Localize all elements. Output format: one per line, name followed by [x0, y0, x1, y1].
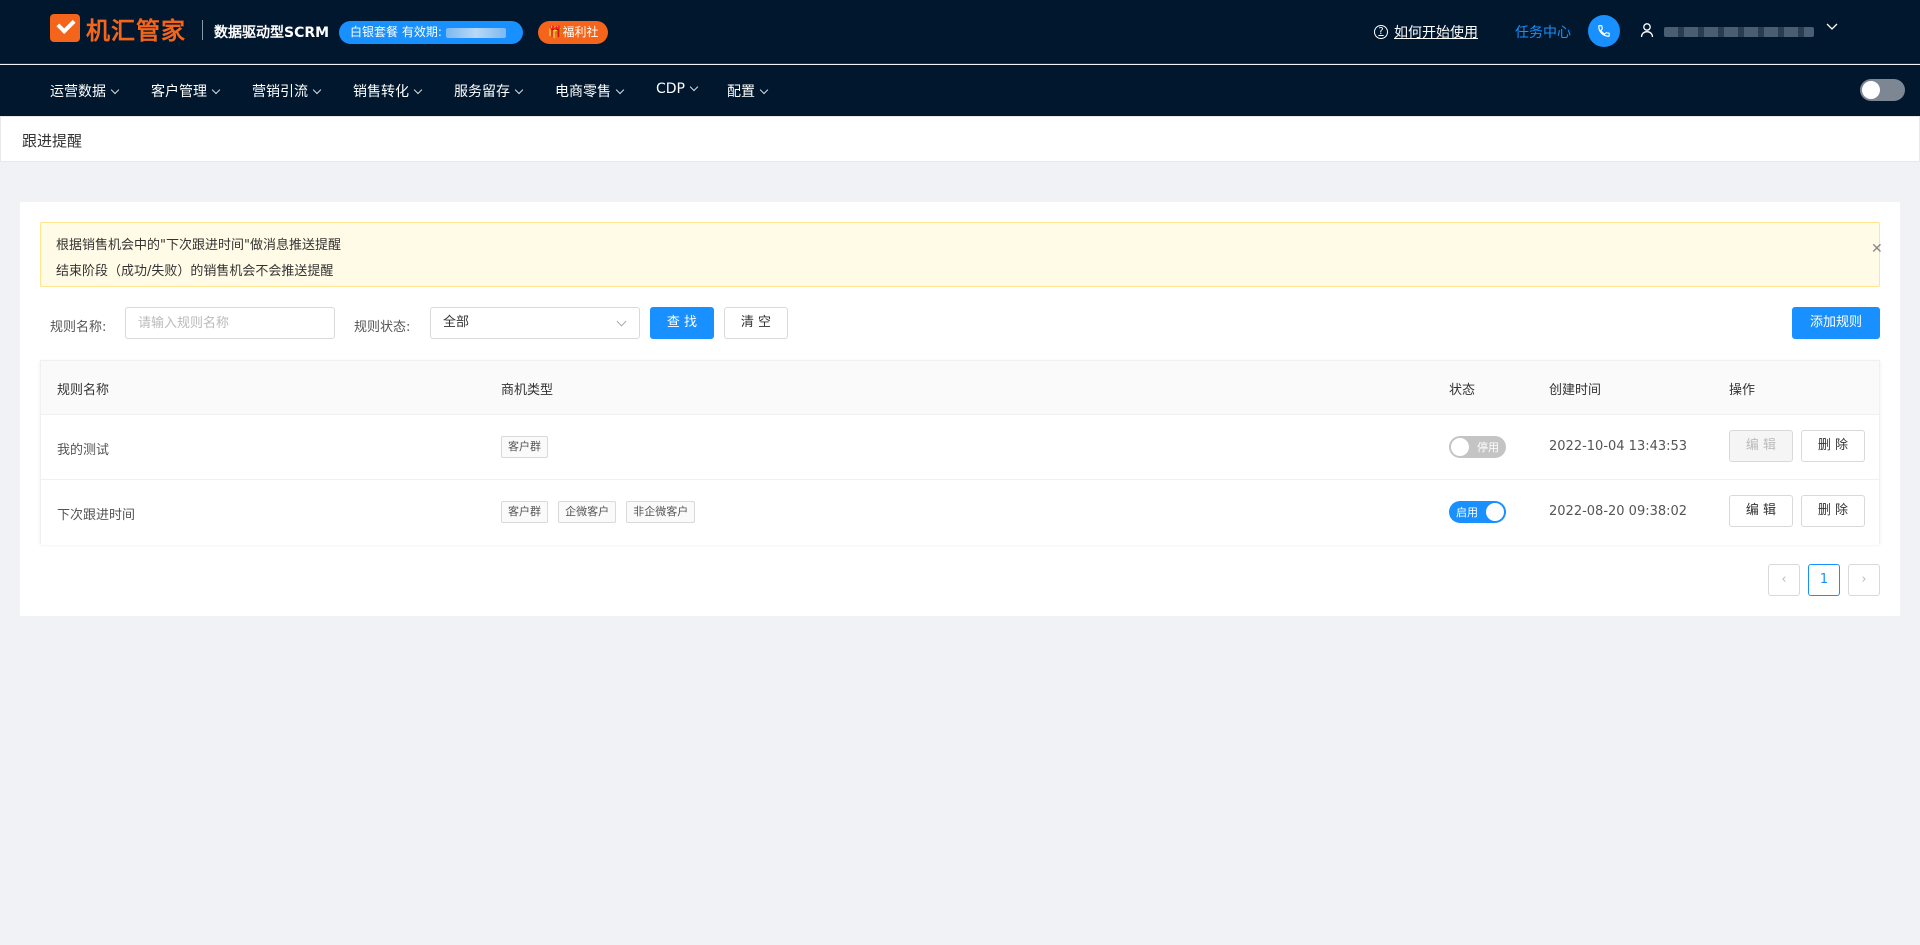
rules-table: 规则名称 商机类型 状态 创建时间 操作 我的测试 客户群 停用 2022-10…: [40, 360, 1880, 545]
column-header-type: 商机类型: [501, 383, 554, 398]
chevron-down-icon: [413, 85, 423, 95]
info-alert: 根据销售机会中的"下次跟进时间"做消息推送提醒 结束阶段（成功/失败）的销售机会…: [40, 222, 1883, 287]
chevron-down-icon[interactable]: [1826, 20, 1838, 32]
add-rule-button[interactable]: 添加规则: [1792, 307, 1880, 339]
chevron-down-icon: [615, 85, 625, 95]
table-header: 规则名称 商机类型 状态 创建时间 操作: [41, 361, 1879, 415]
created-time-cell: 2022-08-20 09:38:02: [1549, 504, 1688, 519]
nav-item-label: 服务留存: [454, 84, 510, 100]
alert-line-2: 结束阶段（成功/失败）的销售机会不会推送提醒: [56, 264, 334, 279]
help-link-label: 如何开始使用: [1394, 25, 1478, 41]
nav-item-service[interactable]: 服务留存: [454, 81, 524, 101]
user-icon: [1640, 23, 1654, 38]
chevron-down-icon: [514, 85, 524, 95]
nav-item-settings[interactable]: 配置: [727, 81, 769, 101]
column-header-name: 规则名称: [57, 383, 110, 398]
chevron-down-icon: [616, 316, 627, 327]
delete-button[interactable]: 删 除: [1801, 495, 1865, 527]
plan-expiry-redacted: [445, 27, 506, 38]
type-tag: 非企微客户: [626, 501, 696, 523]
status-switch[interactable]: 启用: [1449, 501, 1506, 523]
chevron-down-icon: [759, 85, 769, 95]
question-icon: ?: [1374, 25, 1388, 39]
column-header-actions: 操作: [1729, 383, 1756, 398]
rule-name-input[interactable]: [125, 307, 335, 339]
nav-item-marketing[interactable]: 营销引流: [252, 81, 322, 101]
task-center-link[interactable]: 任务中心: [1515, 22, 1571, 42]
created-time-cell: 2022-10-04 13:43:53: [1549, 439, 1688, 454]
table-row: 下次跟进时间 客户群 企微客户 非企微客户 启用 2022-08-20 09:3…: [41, 480, 1879, 545]
nav-item-label: 电商零售: [555, 84, 611, 100]
welfare-label: 福利社: [562, 25, 599, 39]
clear-button[interactable]: 清 空: [724, 307, 788, 339]
gift-icon: 🎁: [547, 25, 563, 39]
phone-icon: [1598, 25, 1610, 37]
plan-label: 白银套餐 有效期:: [350, 25, 442, 39]
chevron-down-icon: [211, 85, 221, 95]
welfare-badge[interactable]: 🎁福利社: [538, 21, 608, 44]
pagination-next[interactable]: ›: [1848, 564, 1880, 596]
search-button[interactable]: 查 找: [650, 307, 714, 339]
top-bar: 机汇管家 数据驱动型SCRM 白银套餐 有效期: 🎁福利社 ? 如何开始使用 任…: [0, 0, 1920, 64]
logo[interactable]: 机汇管家: [50, 13, 186, 45]
switch-knob: [1451, 438, 1469, 456]
user-name-redacted[interactable]: [1664, 27, 1814, 37]
type-tags-cell: 客户群 企微客户 非企微客户: [501, 501, 701, 523]
rule-status-select[interactable]: 全部: [430, 307, 640, 339]
delete-button[interactable]: 删 除: [1801, 430, 1865, 462]
logo-icon: [50, 14, 80, 42]
plan-badge[interactable]: 白银套餐 有效期:: [339, 21, 523, 44]
type-tags-cell: 客户群: [501, 436, 554, 458]
status-switch[interactable]: 停用: [1449, 436, 1506, 458]
chevron-down-icon: [110, 85, 120, 95]
type-tag: 客户群: [501, 501, 548, 523]
table-row: 我的测试 客户群 停用 2022-10-04 13:43:53 编 辑 删 除: [41, 415, 1879, 480]
content-card: 根据销售机会中的"下次跟进时间"做消息推送提醒 结束阶段（成功/失败）的销售机会…: [20, 202, 1900, 616]
chevron-down-icon: [312, 85, 322, 95]
help-link[interactable]: ? 如何开始使用: [1374, 22, 1478, 42]
nav-item-label: 配置: [727, 84, 755, 100]
pagination-page[interactable]: 1: [1808, 564, 1840, 596]
column-header-created: 创建时间: [1549, 383, 1602, 398]
edit-button[interactable]: 编 辑: [1729, 430, 1793, 462]
edit-button[interactable]: 编 辑: [1729, 495, 1793, 527]
nav-item-customers[interactable]: 客户管理: [151, 81, 221, 101]
logo-divider: [202, 20, 203, 40]
logo-text: 机汇管家: [86, 16, 186, 45]
main-nav: 运营数据 客户管理 营销引流 销售转化 服务留存 电商零售 CDP 配置: [0, 65, 1920, 116]
alert-line-1: 根据销售机会中的"下次跟进时间"做消息推送提醒: [56, 238, 341, 253]
phone-button[interactable]: [1588, 15, 1620, 47]
toggle-knob: [1862, 81, 1880, 99]
switch-knob: [1486, 503, 1504, 521]
nav-item-label: 运营数据: [50, 84, 106, 100]
rule-name-label: 规则名称:: [50, 320, 107, 335]
nav-item-label: 销售转化: [353, 84, 409, 100]
nav-item-sales[interactable]: 销售转化: [353, 81, 423, 101]
pagination-prev[interactable]: ‹: [1768, 564, 1800, 596]
type-tag: 客户群: [501, 436, 548, 458]
type-tag: 企微客户: [558, 501, 617, 523]
product-name: 数据驱动型SCRM: [214, 25, 330, 41]
nav-item-operations[interactable]: 运营数据: [50, 81, 120, 101]
switch-label: 停用: [1477, 441, 1499, 454]
column-header-status: 状态: [1449, 383, 1476, 398]
rule-status-label: 规则状态:: [354, 320, 411, 335]
switch-label: 启用: [1456, 506, 1478, 519]
page-title: 跟进提醒: [22, 132, 83, 150]
nav-item-label: 客户管理: [151, 84, 207, 100]
nav-item-ecommerce[interactable]: 电商零售: [555, 81, 625, 101]
rule-status-value: 全部: [443, 315, 470, 330]
close-icon[interactable]: ✕: [1871, 241, 1883, 257]
page-header: 跟进提醒: [0, 116, 1920, 162]
theme-toggle[interactable]: [1860, 79, 1905, 101]
rule-name-cell: 我的测试: [57, 443, 110, 458]
nav-item-label: 营销引流: [252, 84, 308, 100]
nav-item-label: CDP: [656, 81, 685, 97]
nav-item-cdp[interactable]: CDP: [656, 81, 699, 97]
chevron-down-icon: [689, 82, 699, 92]
rule-name-cell: 下次跟进时间: [57, 508, 136, 523]
